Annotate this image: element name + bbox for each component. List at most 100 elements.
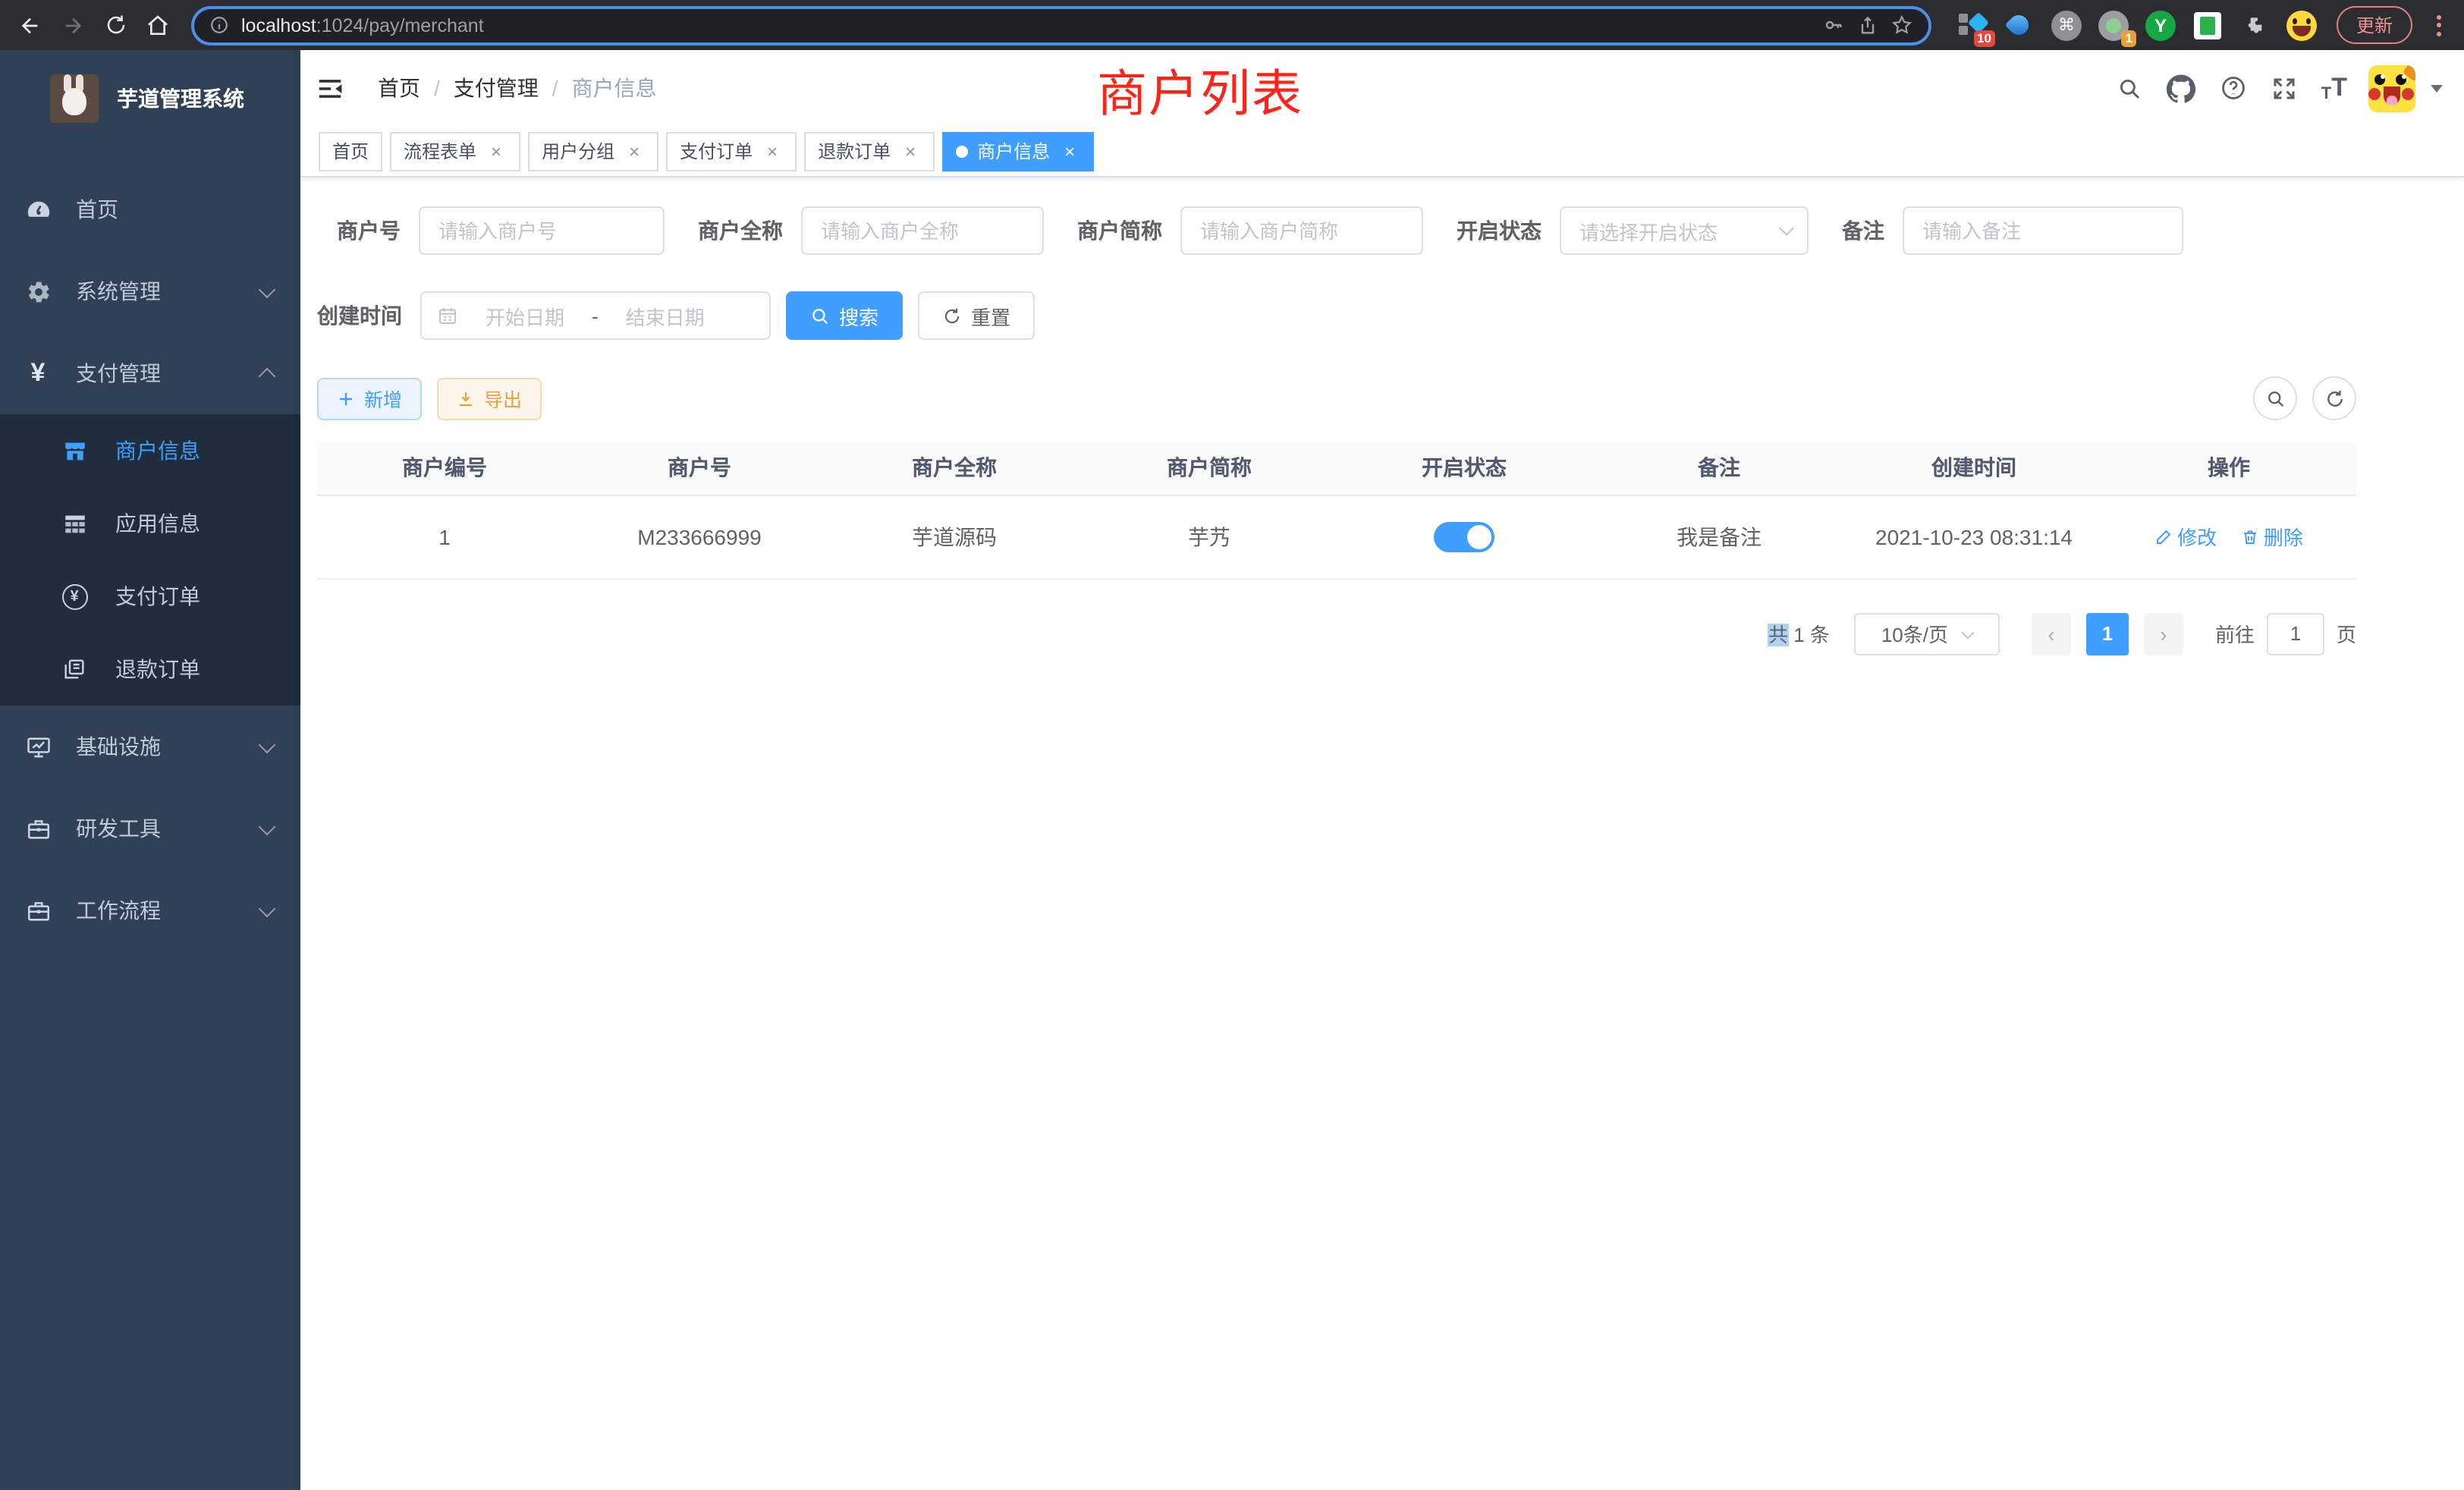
sidebar-item-app-info[interactable]: 应用信息 <box>0 487 300 560</box>
help-icon[interactable] <box>2218 73 2249 103</box>
chevron-up-icon <box>259 368 276 385</box>
cell-merchant-id: 1 <box>317 495 572 578</box>
col-status: 开启状态 <box>1337 442 1592 495</box>
refresh-button[interactable] <box>2312 376 2356 420</box>
browser-menu-icon[interactable] <box>2428 14 2449 36</box>
password-key-icon[interactable] <box>1822 14 1845 36</box>
tab-refund-order[interactable]: 退款订单× <box>804 131 935 171</box>
browser-back-button[interactable] <box>12 7 49 43</box>
chevron-down-icon <box>259 281 276 298</box>
breadcrumb-home[interactable]: 首页 <box>378 73 420 103</box>
sidebar-item-dev-tools[interactable]: 研发工具 <box>0 787 300 869</box>
browser-reload-button[interactable] <box>97 7 134 43</box>
next-page-button[interactable]: › <box>2144 612 2183 655</box>
profile-avatar-icon[interactable] <box>2285 8 2318 42</box>
sidebar-item-refund-order[interactable]: 退款订单 <box>0 633 300 706</box>
tab-home[interactable]: 首页 <box>319 131 382 171</box>
site-info-icon[interactable] <box>209 15 229 35</box>
toolbox-icon <box>24 897 52 924</box>
extension-y-icon[interactable]: Y <box>2144 8 2177 42</box>
extensions-row: 10 ⌘ 1 Y <box>1956 8 2318 42</box>
merchant-no-label: 商户号 <box>337 215 401 246</box>
edit-link[interactable]: 修改 <box>2154 522 2217 551</box>
document-icon <box>61 655 88 683</box>
end-date-placeholder: 结束日期 <box>611 301 720 330</box>
breadcrumb: 首页 / 支付管理 / 商户信息 <box>378 73 657 103</box>
prev-page-button[interactable]: ‹ <box>2032 612 2071 655</box>
close-icon[interactable]: × <box>486 140 507 162</box>
tab-user-group[interactable]: 用户分组× <box>528 131 658 171</box>
search-button[interactable]: 搜索 <box>786 291 903 340</box>
sidebar-toggle-icon[interactable] <box>314 73 344 103</box>
sidebar-item-payment[interactable]: ¥ 支付管理 <box>0 332 300 414</box>
bookmark-star-icon[interactable] <box>1890 14 1913 36</box>
full-name-input[interactable] <box>801 206 1044 255</box>
payment-submenu: 商户信息 应用信息 ¥ 支付订单 <box>0 414 300 706</box>
browser-toolbar: localhost:1024/pay/merchant 10 ⌘ 1 <box>0 0 2464 50</box>
close-icon[interactable]: × <box>624 140 645 162</box>
show-search-toggle-button[interactable] <box>2253 376 2297 420</box>
col-create-time: 创建时间 <box>1846 442 2101 495</box>
page-size-select[interactable]: 10条/页 <box>1854 612 2000 655</box>
goto-page-input[interactable] <box>2267 612 2324 655</box>
github-icon[interactable] <box>2167 73 2197 103</box>
toolbox-icon <box>24 815 52 842</box>
table-toolbar: 新增 导出 <box>317 376 2356 420</box>
font-size-icon[interactable]: TT <box>2321 73 2347 103</box>
start-date-placeholder: 开始日期 <box>470 301 580 330</box>
reset-button[interactable]: 重置 <box>918 291 1035 340</box>
app-logo[interactable]: 芋道管理系统 <box>0 50 300 147</box>
sidebar-item-system[interactable]: 系统管理 <box>0 250 300 332</box>
add-button[interactable]: 新增 <box>317 377 422 420</box>
delete-link[interactable]: 删除 <box>2241 522 2303 551</box>
address-bar[interactable]: localhost:1024/pay/merchant <box>191 5 1931 45</box>
tab-process-form[interactable]: 流程表单× <box>390 131 520 171</box>
sidebar-item-pay-order[interactable]: ¥ 支付订单 <box>0 560 300 633</box>
close-icon[interactable]: × <box>900 140 921 162</box>
status-select[interactable]: 请选择开启状态 <box>1560 206 1809 255</box>
extension-tabs-icon[interactable]: 10 <box>1956 8 1989 42</box>
extension-command-icon[interactable]: ⌘ <box>2050 8 2083 42</box>
remark-input[interactable] <box>1903 206 2183 255</box>
browser-forward-button[interactable] <box>55 7 91 43</box>
user-avatar[interactable] <box>2368 64 2415 112</box>
full-name-label: 商户全称 <box>698 215 783 246</box>
extension-session-icon[interactable]: 1 <box>2097 8 2130 42</box>
col-merchant-no: 商户号 <box>572 442 827 495</box>
gear-icon <box>24 278 52 305</box>
short-name-label: 商户简称 <box>1077 215 1162 246</box>
avatar-caret-icon[interactable] <box>2431 84 2443 92</box>
merchant-no-input[interactable] <box>419 206 665 255</box>
extension-notes-icon[interactable] <box>2191 8 2224 42</box>
cell-merchant-no: M233666999 <box>572 495 827 578</box>
chevron-down-icon <box>259 736 276 753</box>
extensions-puzzle-icon[interactable] <box>2238 8 2271 42</box>
browser-home-button[interactable] <box>140 7 176 43</box>
sidebar-item-infrastructure[interactable]: 基础设施 <box>0 706 300 787</box>
extension-drop-icon[interactable] <box>2003 8 2036 42</box>
merchant-table: 商户编号 商户号 商户全称 商户简称 开启状态 备注 创建时间 操作 1 <box>317 442 2356 579</box>
cell-status <box>1337 495 1592 578</box>
cell-actions: 修改 删除 <box>2101 495 2356 578</box>
short-name-input[interactable] <box>1180 206 1423 255</box>
browser-update-button[interactable]: 更新 <box>2337 6 2412 44</box>
status-toggle[interactable] <box>1434 521 1494 552</box>
cell-remark: 我是备注 <box>1592 495 1846 578</box>
close-icon[interactable]: × <box>762 140 783 162</box>
export-button[interactable]: 导出 <box>437 377 542 420</box>
search-icon[interactable] <box>2115 73 2145 103</box>
tab-pay-order[interactable]: 支付订单× <box>666 131 797 171</box>
screen: localhost:1024/pay/merchant 10 ⌘ 1 <box>0 0 2464 1490</box>
sidebar-item-home[interactable]: 首页 <box>0 168 300 250</box>
create-time-range-picker[interactable]: 开始日期 - 结束日期 <box>420 291 771 340</box>
sidebar-item-merchant-info[interactable]: 商户信息 <box>0 414 300 487</box>
col-merchant-id: 商户编号 <box>317 442 572 495</box>
close-icon[interactable]: × <box>1059 140 1080 162</box>
tab-merchant-info[interactable]: 商户信息× <box>942 131 1094 171</box>
breadcrumb-payment[interactable]: 支付管理 <box>454 73 539 103</box>
page-1-button[interactable]: 1 <box>2086 612 2129 655</box>
dashboard-icon <box>24 196 52 223</box>
fullscreen-icon[interactable] <box>2270 73 2300 103</box>
sidebar-item-workflow[interactable]: 工作流程 <box>0 869 300 951</box>
share-icon[interactable] <box>1857 14 1878 36</box>
